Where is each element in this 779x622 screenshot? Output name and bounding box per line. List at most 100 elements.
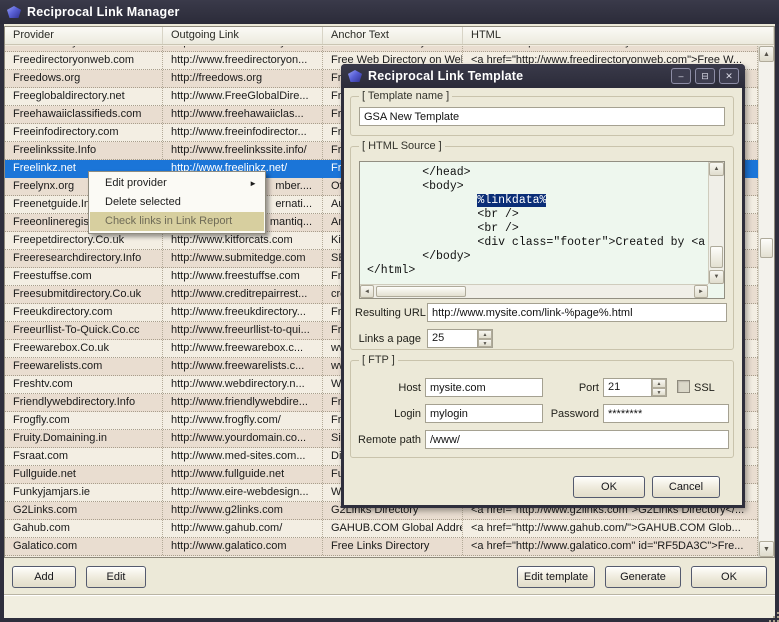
- spin-up-icon[interactable]: ▲: [652, 379, 666, 388]
- dialog-titlebar[interactable]: Reciprocal Link Template – ⊟ ✕: [341, 64, 745, 88]
- code-line: </body>: [367, 250, 708, 264]
- selected-token: %linkdata%: [477, 194, 546, 207]
- table-scrollbar[interactable]: ▲ ▼: [758, 46, 774, 557]
- provider-cell: Funkyjamjars.ie: [5, 484, 163, 501]
- html-source-editor[interactable]: </head> <body> %linkdata% <br /> <br /> …: [359, 161, 725, 299]
- provider-cell: Freeinfodirectory.com: [5, 124, 163, 141]
- resulting-url-input[interactable]: [427, 303, 727, 322]
- dialog-cancel-button[interactable]: Cancel: [652, 476, 720, 498]
- spin-down-icon[interactable]: ▼: [652, 388, 666, 397]
- outgoing-link-cell: http://www.med-sites.com...: [163, 448, 323, 465]
- menu-item[interactable]: Delete selected: [90, 193, 264, 212]
- template-name-input[interactable]: [359, 107, 725, 126]
- table-row[interactable]: Galatico.comhttp://www.galatico.comFree …: [5, 538, 758, 556]
- column-header[interactable]: Outgoing Link: [163, 27, 323, 44]
- provider-cell: Gahub.com: [5, 520, 163, 537]
- provider-cell: Fullguide.net: [5, 466, 163, 483]
- outgoing-link-cell: http://www.fullguide.net: [163, 466, 323, 483]
- code-line: </head>: [367, 166, 708, 180]
- edit-button[interactable]: Edit: [86, 566, 146, 588]
- editor-vscroll-thumb[interactable]: [710, 246, 723, 268]
- context-menu: Edit provider►Delete selectedCheck links…: [88, 171, 266, 234]
- submenu-arrow-icon: ►: [249, 174, 257, 193]
- close-icon[interactable]: ✕: [719, 68, 739, 84]
- main-titlebar[interactable]: Reciprocal Link Manager: [0, 0, 779, 24]
- column-header[interactable]: HTML: [463, 27, 774, 44]
- generate-button[interactable]: Generate: [605, 566, 681, 588]
- menu-item[interactable]: Check links in Link Report: [90, 212, 264, 231]
- outgoing-link-cell: http://www.kitforcats.com: [163, 232, 323, 249]
- add-button[interactable]: Add: [12, 566, 76, 588]
- code-lines[interactable]: </head> <body> %linkdata% <br /> <br /> …: [361, 163, 708, 284]
- ok-button[interactable]: OK: [691, 566, 767, 588]
- outgoing-link-cell: http://www.yourdomain.co...: [163, 430, 323, 447]
- dialog-body: [ Template name ] [ HTML Source ] </head…: [344, 88, 742, 505]
- outgoing-link-cell: http://www.freewarebox.c...: [163, 340, 323, 357]
- provider-cell: Freeresearchdirectory.Info: [5, 250, 163, 267]
- code-line: <body>: [367, 180, 708, 194]
- spin-up-icon[interactable]: ▲: [478, 330, 492, 339]
- outgoing-link-cell: http://www.g2links.com: [163, 502, 323, 519]
- menu-item[interactable]: Edit provider►: [90, 174, 264, 193]
- editor-hscroll-thumb[interactable]: [376, 286, 466, 297]
- login-label: Login: [381, 408, 421, 420]
- table-header: ProviderOutgoing LinkAnchor TextHTML: [5, 27, 774, 45]
- provider-cell: Freehawaiiclassifieds.com: [5, 106, 163, 123]
- outgoing-link-cell: http://www.friendlywebdire...: [163, 394, 323, 411]
- provider-cell: Frogfly.com: [5, 412, 163, 429]
- host-input[interactable]: [425, 378, 543, 397]
- editor-scroll-up-icon[interactable]: ▲: [709, 162, 724, 176]
- provider-cell: Freesubmitdirectory.Co.uk: [5, 286, 163, 303]
- provider-cell: Freelinkssite.Info: [5, 142, 163, 159]
- provider-cell: Friendlywebdirectory.Info: [5, 394, 163, 411]
- table-row[interactable]: Gahub.comhttp://www.gahub.com/GAHUB.COM …: [5, 520, 758, 538]
- links-a-page-stepper[interactable]: 25 ▲ ▼: [427, 329, 493, 348]
- password-input[interactable]: [603, 404, 729, 423]
- maximize-icon[interactable]: ⊟: [695, 68, 715, 84]
- edit-template-button[interactable]: Edit template: [517, 566, 595, 588]
- ftp-group-label: [ FTP ]: [359, 354, 398, 366]
- column-header[interactable]: Provider: [5, 27, 163, 44]
- outgoing-link-cell: http://www.creditrepairrest...: [163, 286, 323, 303]
- scroll-up-icon[interactable]: ▲: [759, 46, 774, 62]
- code-line: <br />: [367, 222, 708, 236]
- provider-cell: Freshtv.com: [5, 376, 163, 393]
- outgoing-link-cell: http://www.submitedge.com: [163, 250, 323, 267]
- html-source-group-label: [ HTML Source ]: [359, 140, 445, 152]
- spin-down-icon[interactable]: ▼: [478, 339, 492, 348]
- editor-vscrollbar[interactable]: ▲ ▼: [708, 162, 724, 284]
- template-name-group-label: [ Template name ]: [359, 90, 452, 102]
- column-header[interactable]: Anchor Text: [323, 27, 463, 44]
- port-label: Port: [567, 382, 599, 394]
- editor-scroll-down-icon[interactable]: ▼: [709, 270, 724, 284]
- links-a-page-value: 25: [428, 330, 477, 347]
- outgoing-link-cell: http://www.eire-webdesign...: [163, 484, 323, 501]
- resize-grip-icon[interactable]: [769, 612, 771, 614]
- resulting-url-label: Resulting URL: [355, 307, 426, 319]
- window-title: Reciprocal Link Manager: [27, 5, 180, 19]
- outgoing-link-cell: http://www.FreeGlobalDire...: [163, 88, 323, 105]
- provider-cell: Freeurllist-To-Quick.Co.cc: [5, 322, 163, 339]
- editor-hscrollbar[interactable]: ◄ ►: [360, 284, 708, 298]
- port-stepper[interactable]: 21 ▲ ▼: [603, 378, 667, 397]
- ftp-group: [ FTP ] Host Port 21 ▲ ▼ SSL Login Passw…: [350, 360, 734, 458]
- html-cell: <a href="http://www.gahub.com/">GAHUB.CO…: [463, 520, 758, 537]
- dialog-title: Reciprocal Link Template: [368, 69, 523, 83]
- code-line: %linkdata%: [367, 194, 708, 208]
- scrollbar-thumb[interactable]: [760, 238, 773, 258]
- provider-cell: Freedirectoryinfo.com: [5, 46, 163, 51]
- outgoing-link-cell: http://www.freelinkssite.info/: [163, 142, 323, 159]
- outgoing-link-cell: http://freedows.org: [163, 70, 323, 87]
- editor-scroll-right-icon[interactable]: ►: [694, 285, 708, 298]
- outgoing-link-cell: http://www.webdirectory.n...: [163, 376, 323, 393]
- minimize-icon[interactable]: –: [671, 68, 691, 84]
- anchor-text-cell: Free Links Directory: [323, 538, 463, 555]
- remote-path-input[interactable]: [425, 430, 729, 449]
- login-input[interactable]: [425, 404, 543, 423]
- provider-cell: Freewarebox.Co.uk: [5, 340, 163, 357]
- scroll-down-icon[interactable]: ▼: [759, 541, 774, 557]
- dialog-ok-button[interactable]: OK: [573, 476, 645, 498]
- provider-cell: Freedows.org: [5, 70, 163, 87]
- ssl-checkbox[interactable]: [677, 380, 690, 393]
- editor-scroll-left-icon[interactable]: ◄: [360, 285, 374, 298]
